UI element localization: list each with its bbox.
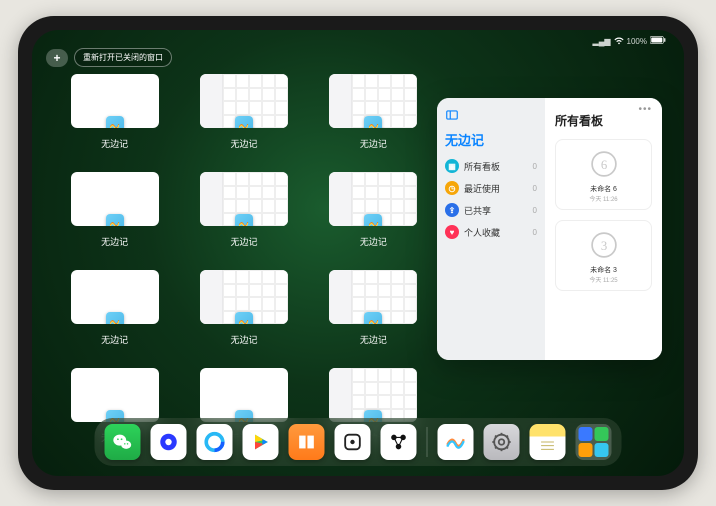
dock-app-dice[interactable] — [335, 424, 371, 460]
svg-text:6: 6 — [600, 158, 606, 172]
signal-icon: ▂▄▆ — [593, 37, 611, 46]
board-timestamp: 今天 11:25 — [589, 275, 617, 284]
dock-app-settings[interactable] — [484, 424, 520, 460]
board-card[interactable]: 3 未命名 3今天 11:25 — [555, 220, 652, 291]
dock-app-browser[interactable] — [197, 424, 233, 460]
dock-app-play[interactable] — [243, 424, 279, 460]
board-preview: 3 — [582, 227, 626, 263]
dock-app-freeform[interactable] — [438, 424, 474, 460]
window-thumbnail[interactable]: 无边记 — [193, 172, 294, 248]
reopen-closed-button[interactable]: 重新打开已关闭的窗口 — [74, 48, 172, 67]
freeform-app-icon — [106, 116, 124, 128]
freeform-app-icon — [235, 214, 253, 226]
freeform-app-icon — [364, 312, 382, 324]
window-thumbnail[interactable]: 无边记 — [64, 172, 165, 248]
panel-main-title: 所有看板 — [555, 112, 652, 129]
window-thumbnail-label: 无边记 — [230, 333, 257, 346]
sidebar-item[interactable]: ◷ 最近使用 0 — [445, 181, 537, 195]
window-thumbnail-label: 无边记 — [230, 235, 257, 248]
svg-text:3: 3 — [600, 239, 606, 253]
dock-app-library[interactable] — [576, 424, 612, 460]
panel-sidebar-title: 无边记 — [445, 130, 537, 149]
freeform-app-icon — [235, 116, 253, 128]
dock-app-hd-app[interactable] — [151, 424, 187, 460]
status-bar: ▂▄▆ 100% — [32, 34, 684, 48]
wifi-icon — [614, 35, 624, 47]
add-button[interactable]: + — [46, 49, 68, 67]
window-thumbnail[interactable]: 无边记 — [323, 74, 424, 150]
sidebar-item-count: 0 — [533, 184, 537, 193]
window-thumbnail-label: 无边记 — [360, 333, 387, 346]
sidebar-item-label: 所有看板 — [464, 160, 500, 173]
battery-label: 100% — [627, 37, 647, 46]
sidebar-item-count: 0 — [533, 228, 537, 237]
dock-app-notes[interactable] — [530, 424, 566, 460]
sidebar-item-icon: ♥ — [445, 225, 459, 239]
freeform-panel: 无边记 ▦ 所有看板 0 ◷ 最近使用 0 ⇪ 已共享 0 ♥ 个人收藏 0 ••• 所有看板 6 未命… — [437, 98, 662, 360]
window-thumbnail[interactable]: 无边记 — [64, 74, 165, 150]
window-thumbnail[interactable]: 无边记 — [323, 172, 424, 248]
dock-app-wechat[interactable] — [105, 424, 141, 460]
screen: ▂▄▆ 100% + 重新打开已关闭的窗口 无边记无边记无边记无边记无边记无边记… — [32, 30, 684, 476]
sidebar-item-icon: ◷ — [445, 181, 459, 195]
window-thumbnail-label: 无边记 — [360, 137, 387, 150]
sidebar-toggle-icon[interactable] — [445, 108, 459, 122]
freeform-app-icon — [106, 312, 124, 324]
window-switcher-grid: 无边记无边记无边记无边记无边记无边记无边记无边记无边记无边记无边记无边记 — [64, 74, 424, 444]
window-thumbnail[interactable]: 无边记 — [193, 270, 294, 346]
sidebar-item-label: 个人收藏 — [464, 226, 500, 239]
ipad-frame: ▂▄▆ 100% + 重新打开已关闭的窗口 无边记无边记无边记无边记无边记无边记… — [18, 16, 698, 490]
sidebar-item-label: 已共享 — [464, 204, 491, 217]
panel-sidebar: 无边记 ▦ 所有看板 0 ◷ 最近使用 0 ⇪ 已共享 0 ♥ 个人收藏 0 — [437, 98, 545, 360]
window-thumbnail[interactable]: 无边记 — [323, 270, 424, 346]
panel-main: ••• 所有看板 6 未命名 6今天 11:26 3 未命名 3今天 11:25 — [545, 98, 662, 360]
sidebar-item-count: 0 — [533, 162, 537, 171]
sidebar-item[interactable]: ⇪ 已共享 0 — [445, 203, 537, 217]
sidebar-item[interactable]: ♥ 个人收藏 0 — [445, 225, 537, 239]
dock-separator — [427, 427, 428, 457]
window-thumbnail-label: 无边记 — [101, 235, 128, 248]
window-thumbnail-label: 无边记 — [360, 235, 387, 248]
sidebar-item[interactable]: ▦ 所有看板 0 — [445, 159, 537, 173]
window-thumbnail-label: 无边记 — [101, 137, 128, 150]
window-thumbnail-label: 无边记 — [230, 137, 257, 150]
sidebar-item-icon: ⇪ — [445, 203, 459, 217]
dock-app-books[interactable] — [289, 424, 325, 460]
dock — [95, 418, 622, 466]
freeform-app-icon — [235, 312, 253, 324]
sidebar-item-icon: ▦ — [445, 159, 459, 173]
window-thumbnail-label: 无边记 — [101, 333, 128, 346]
freeform-app-icon — [106, 214, 124, 226]
more-icon[interactable]: ••• — [638, 104, 652, 115]
freeform-app-icon — [364, 214, 382, 226]
board-name: 未命名 6 — [590, 184, 617, 194]
top-toolbar: + 重新打开已关闭的窗口 — [46, 48, 172, 67]
dock-app-nodes[interactable] — [381, 424, 417, 460]
board-name: 未命名 3 — [590, 265, 617, 275]
window-thumbnail[interactable]: 无边记 — [64, 270, 165, 346]
battery-icon — [650, 36, 666, 46]
board-card[interactable]: 6 未命名 6今天 11:26 — [555, 139, 652, 210]
window-thumbnail[interactable]: 无边记 — [193, 74, 294, 150]
board-timestamp: 今天 11:26 — [589, 194, 617, 203]
sidebar-item-label: 最近使用 — [464, 182, 500, 195]
sidebar-item-count: 0 — [533, 206, 537, 215]
freeform-app-icon — [364, 116, 382, 128]
board-preview: 6 — [582, 146, 626, 182]
